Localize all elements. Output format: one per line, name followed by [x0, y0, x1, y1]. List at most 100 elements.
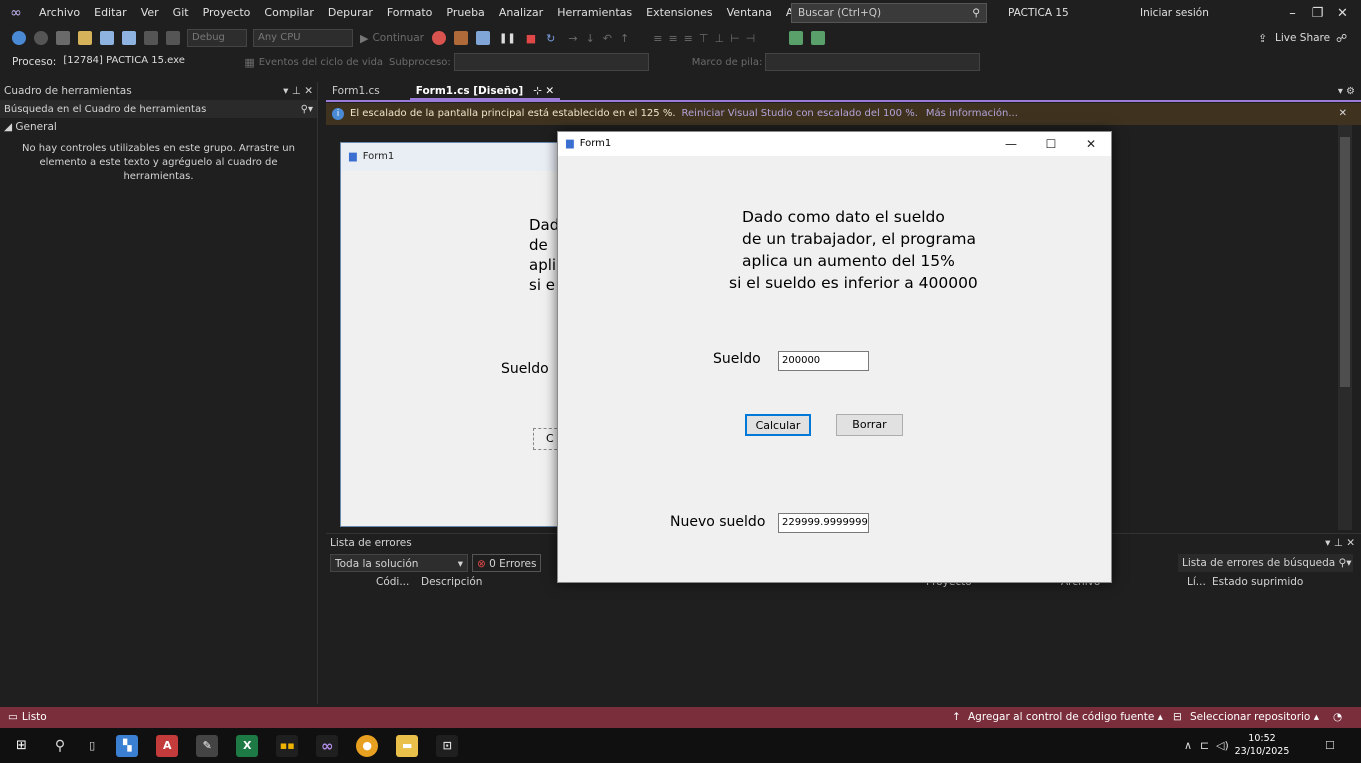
menu-extensiones[interactable]: Extensiones	[639, 0, 720, 26]
continue-icon[interactable]: ▶	[360, 32, 368, 45]
continue-button[interactable]: Continuar	[372, 32, 424, 44]
visual-studio-icon[interactable]: ∞	[316, 734, 339, 757]
error-search-input[interactable]: Lista de errores de búsqueda ⚲▾	[1178, 554, 1353, 572]
select-repo-button[interactable]: Seleccionar repositorio ▴	[1190, 707, 1319, 728]
forward-icon[interactable]	[34, 31, 48, 45]
error-icon: ⊗	[477, 558, 486, 570]
add-source-control-button[interactable]: Agregar al control de código fuente ▴	[968, 707, 1163, 728]
info-message: El escalado de la pantalla principal est…	[350, 108, 676, 119]
scrollbar-thumb[interactable]	[1340, 137, 1350, 387]
menu-proyecto[interactable]: Proyecto	[196, 0, 258, 26]
network-icon[interactable]: ⊏	[1200, 739, 1209, 752]
restart-link[interactable]: Reiniciar Visual Studio con escalado del…	[682, 103, 918, 125]
search-icon[interactable]: ⚲	[55, 738, 65, 754]
task-view-icon[interactable]: ▯	[89, 739, 95, 752]
status-ready: Listo	[21, 711, 47, 723]
action-center-icon[interactable]: ☐	[1325, 739, 1335, 752]
more-info-link[interactable]: Más información...	[926, 103, 1018, 125]
stack-combo[interactable]	[765, 53, 981, 71]
toolbox-search-input[interactable]: Búsqueda en el Cuadro de herramientas ⚲▾	[0, 100, 317, 118]
minimize-icon[interactable]: —	[991, 132, 1031, 156]
tray-chevron-icon[interactable]: ∧	[1184, 739, 1192, 752]
undo-icon[interactable]	[144, 31, 158, 45]
menu-formato[interactable]: Formato	[380, 0, 440, 26]
office-icon[interactable]: ▪▪	[276, 734, 299, 757]
app-tool-icon[interactable]: ✎	[196, 734, 219, 757]
tab-overflow-icon[interactable]: ▾ ⚙	[1338, 86, 1355, 97]
running-form-titlebar[interactable]: ▆ Form1 — ☐ ✕	[558, 132, 1111, 156]
scrollbar[interactable]	[1338, 125, 1352, 530]
live-share-icon[interactable]: ⇪	[1258, 32, 1267, 45]
thread-combo[interactable]	[453, 53, 649, 71]
column-description[interactable]: Descripción	[421, 576, 482, 588]
panel-pin-icon[interactable]: ▾ ⊥ ✕	[1325, 537, 1361, 549]
borrar-button[interactable]: Borrar	[836, 414, 903, 436]
menu-ver[interactable]: Ver	[134, 0, 166, 26]
platform-combo[interactable]: Any CPU	[253, 29, 353, 47]
column-suppression[interactable]: Estado suprimido	[1212, 576, 1303, 588]
nuevo-sueldo-output[interactable]: 229999.999999999	[778, 513, 869, 533]
menu-editar[interactable]: Editar	[87, 0, 134, 26]
configuration-combo[interactable]: Debug	[187, 29, 247, 47]
color-tool-icon[interactable]	[789, 31, 804, 45]
excel-icon[interactable]: X	[236, 734, 259, 757]
pause-icon[interactable]: ❚❚	[499, 33, 516, 44]
menu-depurar[interactable]: Depurar	[321, 0, 380, 26]
tab-form1-cs[interactable]: Form1.cs	[326, 82, 386, 100]
search-input[interactable]: Buscar (Ctrl+Q) ⚲	[791, 3, 987, 23]
menu-archivo[interactable]: Archivo	[32, 0, 87, 26]
toolbox-group-general[interactable]: ◢ General	[0, 118, 317, 136]
visual-studio-logo-icon[interactable]: ∞	[0, 5, 32, 21]
layout-icon[interactable]	[475, 31, 490, 45]
menu-git[interactable]: Git	[166, 0, 196, 26]
menu-ventana[interactable]: Ventana	[720, 0, 779, 26]
clock[interactable]: 10:52 23/10/2025	[1232, 732, 1292, 758]
signin-link[interactable]: Iniciar sesión	[1140, 0, 1209, 26]
search-placeholder: Buscar (Ctrl+Q)	[798, 7, 882, 19]
calcular-button[interactable]: Calcular	[745, 414, 811, 436]
windows-start-icon[interactable]: ⊞	[16, 738, 27, 753]
notifications-icon[interactable]: ◔	[1333, 707, 1342, 728]
volume-icon[interactable]: ◁)	[1216, 739, 1229, 752]
process-combo[interactable]: [12784] PACTICA 15.exe	[59, 53, 236, 71]
live-share-button[interactable]: Live Share	[1275, 32, 1330, 44]
tab-form1-design[interactable]: Form1.cs [Diseño] ⊹ ✕	[409, 82, 561, 100]
maximize-icon[interactable]: ☐	[1031, 132, 1071, 156]
column-line[interactable]: Lí...	[1187, 576, 1206, 588]
save-icon[interactable]	[100, 31, 114, 45]
running-form-window[interactable]: ▆ Form1 — ☐ ✕ Dado como dato el sueldo d…	[557, 131, 1112, 583]
restart-icon[interactable]: ↻	[546, 32, 555, 45]
save-all-icon[interactable]	[122, 31, 136, 45]
back-icon[interactable]	[12, 31, 26, 45]
feedback-icon[interactable]: ☍	[1336, 32, 1347, 45]
app-icon[interactable]: ▚	[116, 734, 139, 757]
browser-link-icon[interactable]	[453, 31, 468, 45]
chrome-icon[interactable]: ●	[356, 734, 379, 757]
close-icon[interactable]: ✕	[1330, 6, 1355, 21]
file-explorer-icon[interactable]: ▬	[396, 734, 419, 757]
lifecycle-combo[interactable]: Eventos del ciclo de vida	[259, 57, 383, 68]
close-icon[interactable]: ✕	[1339, 103, 1347, 125]
designer-form[interactable]: ▆ Form1 Dad de apli si e Sueldo C	[340, 142, 573, 527]
errors-filter-button[interactable]: ⊗ 0 Errores	[472, 554, 542, 572]
new-project-icon[interactable]	[56, 31, 70, 45]
menu-herramientas[interactable]: Herramientas	[550, 0, 639, 26]
menu-analizar[interactable]: Analizar	[492, 0, 550, 26]
menu-prueba[interactable]: Prueba	[439, 0, 491, 26]
column-code[interactable]: Códi...	[376, 576, 409, 588]
access-icon[interactable]: A	[156, 734, 179, 757]
menu-compilar[interactable]: Compilar	[257, 0, 320, 26]
minimize-icon[interactable]: –	[1280, 6, 1305, 21]
open-icon[interactable]	[78, 31, 92, 45]
scope-combo[interactable]: Toda la solución ▾	[330, 554, 468, 572]
panel-pin-icon[interactable]: ▾ ⊥ ✕	[283, 82, 317, 100]
close-icon[interactable]: ✕	[1071, 132, 1111, 156]
restore-icon[interactable]: ❐	[1305, 6, 1330, 21]
pin-icon[interactable]: ⊹ ✕	[533, 85, 554, 97]
color-tool-2-icon[interactable]	[811, 31, 826, 45]
sueldo-input[interactable]: 200000	[778, 351, 869, 371]
stop-icon[interactable]: ■	[526, 32, 536, 45]
running-form-task-icon[interactable]: ⊡	[436, 734, 459, 757]
hot-reload-icon[interactable]	[431, 31, 446, 45]
redo-icon[interactable]	[166, 31, 180, 45]
